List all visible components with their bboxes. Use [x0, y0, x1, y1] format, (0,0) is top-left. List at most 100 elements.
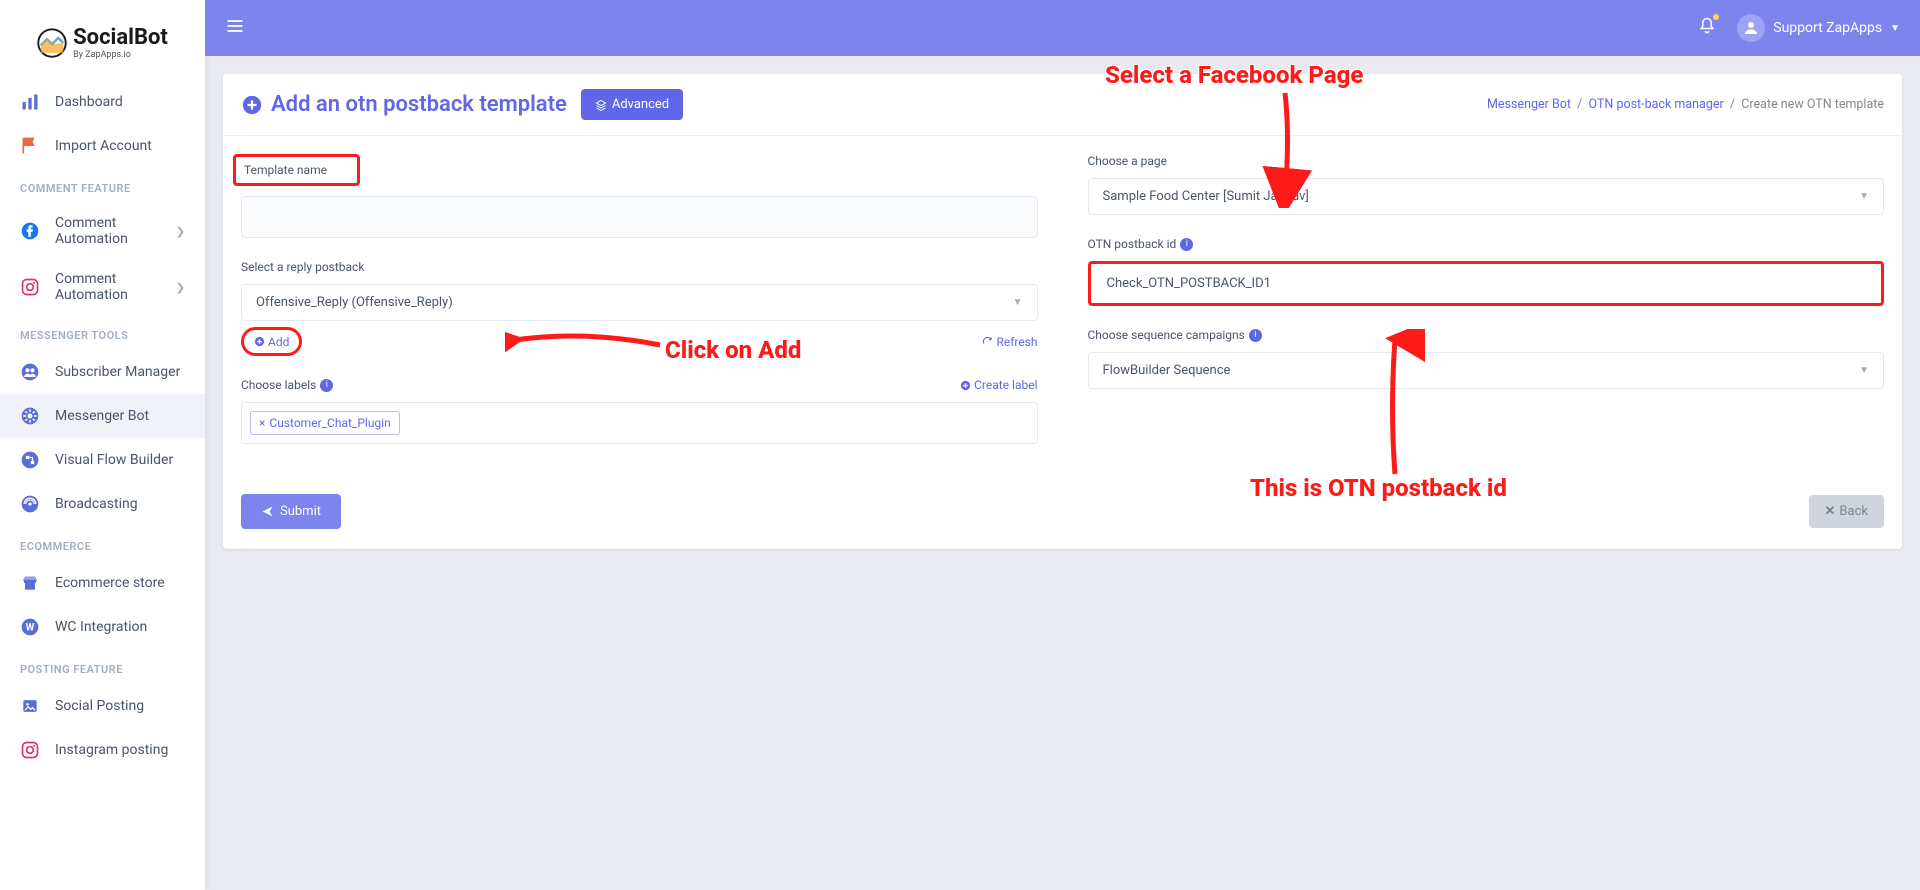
user-menu[interactable]: Support ZapApps ▼: [1737, 14, 1900, 42]
avatar-icon: [1737, 14, 1765, 42]
reply-postback-label: Select a reply postback: [241, 260, 1038, 274]
left-column: Template name Select a reply postback Of…: [241, 154, 1038, 466]
refresh-link[interactable]: Refresh: [982, 335, 1037, 349]
info-icon: i: [320, 379, 333, 392]
caret-down-icon: ▼: [1013, 297, 1023, 308]
sidebar-item-flow-builder[interactable]: Visual Flow Builder: [0, 438, 205, 482]
flow-icon: [20, 450, 40, 470]
sidebar: SocialBot By ZapApps.io Dashboard Import…: [0, 0, 205, 890]
template-name-input[interactable]: [241, 196, 1038, 238]
users-icon: [20, 362, 40, 382]
caret-down-icon: ▼: [1859, 191, 1869, 202]
store-icon: [20, 573, 40, 593]
sidebar-item-label: Visual Flow Builder: [55, 452, 173, 468]
remove-tag-button[interactable]: ×: [259, 416, 265, 430]
submit-button[interactable]: Submit: [241, 494, 341, 529]
section-messenger-tools: MESSENGER TOOLS: [0, 315, 205, 350]
sidebar-item-label: Instagram posting: [55, 742, 168, 758]
instagram-icon: [20, 277, 40, 297]
breadcrumb-current: Create new OTN template: [1741, 97, 1884, 112]
plus-circle-icon: [960, 380, 971, 391]
broadcast-icon: [20, 494, 40, 514]
form-footer: Submit ✕ Back: [223, 484, 1902, 549]
info-icon: i: [1249, 329, 1262, 342]
info-icon: i: [1180, 238, 1193, 251]
breadcrumb-link[interactable]: OTN post-back manager: [1589, 97, 1724, 112]
logo: SocialBot By ZapApps.io: [0, 0, 205, 80]
reply-postback-select[interactable]: Offensive_Reply (Offensive_Reply) ▼: [241, 284, 1038, 321]
layers-icon: [595, 99, 607, 111]
sidebar-item-dashboard[interactable]: Dashboard: [0, 80, 205, 124]
close-icon: ✕: [1825, 504, 1836, 519]
template-name-label: Template name: [244, 163, 327, 177]
sidebar-item-label: Comment Automation: [55, 271, 176, 303]
section-posting: POSTING FEATURE: [0, 649, 205, 684]
advanced-button[interactable]: Advanced: [581, 89, 683, 120]
choose-page-label: Choose a page: [1088, 154, 1885, 168]
main: Support ZapApps ▼ Select a Facebook Page…: [205, 0, 1920, 890]
breadcrumb: Messenger Bot / OTN post-back manager / …: [1487, 97, 1884, 112]
chevron-right-icon: ❯: [176, 281, 185, 294]
sidebar-item-wc-integration[interactable]: W WC Integration: [0, 605, 205, 649]
sidebar-item-label: Dashboard: [55, 94, 123, 110]
card-header: Add an otn postback template Advanced Me…: [223, 74, 1902, 135]
caret-down-icon: ▼: [1890, 23, 1900, 34]
topbar: Support ZapApps ▼: [205, 0, 1920, 56]
notification-dot: [1713, 14, 1719, 20]
caret-down-icon: ▼: [1859, 365, 1869, 376]
labels-input[interactable]: × Customer_Chat_Plugin: [241, 402, 1038, 444]
sequence-label: Choose sequence campaigns i: [1088, 328, 1885, 342]
notification-button[interactable]: [1697, 16, 1717, 40]
sidebar-item-comment-ig[interactable]: Comment Automation ❯: [0, 259, 205, 315]
hamburger-icon[interactable]: [225, 16, 245, 40]
create-label-link[interactable]: Create label: [960, 378, 1037, 392]
sidebar-item-label: Messenger Bot: [55, 408, 149, 424]
breadcrumb-link[interactable]: Messenger Bot: [1487, 97, 1571, 112]
main-card: Add an otn postback template Advanced Me…: [223, 74, 1902, 549]
logo-text: SocialBot: [73, 25, 168, 50]
user-name: Support ZapApps: [1773, 20, 1882, 36]
choose-page-select[interactable]: Sample Food Center [Sumit Jadhav] ▼: [1088, 178, 1885, 215]
sidebar-item-import[interactable]: Import Account: [0, 124, 205, 168]
sidebar-item-messenger-bot[interactable]: Messenger Bot: [0, 394, 205, 438]
otn-id-label: OTN postback id i: [1088, 237, 1885, 251]
plus-circle-icon: [254, 336, 265, 347]
sidebar-item-label: Social Posting: [55, 698, 144, 714]
sidebar-item-label: Comment Automation: [55, 215, 176, 247]
content: Select a Facebook Page Add an otn postba…: [205, 56, 1920, 890]
sequence-select[interactable]: FlowBuilder Sequence ▼: [1088, 352, 1885, 389]
send-icon: [261, 505, 274, 518]
instagram-icon: [20, 740, 40, 760]
add-link[interactable]: Add: [254, 335, 289, 349]
otn-id-input[interactable]: [1093, 266, 1880, 301]
flag-icon: [20, 136, 40, 156]
label-tag: × Customer_Chat_Plugin: [250, 411, 400, 435]
sidebar-item-label: WC Integration: [55, 619, 147, 635]
page-title: Add an otn postback template: [241, 92, 567, 117]
right-column: Choose a page Sample Food Center [Sumit …: [1088, 154, 1885, 466]
section-comment-feature: COMMENT FEATURE: [0, 168, 205, 203]
svg-text:W: W: [26, 622, 35, 633]
image-icon: [20, 696, 40, 716]
chevron-right-icon: ❯: [176, 225, 185, 238]
refresh-icon: [982, 336, 993, 347]
plus-circle-icon: [241, 94, 263, 116]
logo-icon: [37, 28, 67, 58]
sidebar-item-ig-posting[interactable]: Instagram posting: [0, 728, 205, 772]
sidebar-item-comment-fb[interactable]: Comment Automation ❯: [0, 203, 205, 259]
sidebar-item-ecommerce[interactable]: Ecommerce store: [0, 561, 205, 605]
sidebar-item-label: Broadcasting: [55, 496, 138, 512]
logo-subtitle: By ZapApps.io: [73, 50, 168, 60]
sidebar-item-broadcasting[interactable]: Broadcasting: [0, 482, 205, 526]
choose-labels-label: Choose labels i: [241, 378, 333, 392]
wordpress-icon: W: [20, 617, 40, 637]
bar-chart-icon: [20, 92, 40, 112]
facebook-icon: [20, 221, 40, 241]
back-button[interactable]: ✕ Back: [1809, 495, 1884, 528]
sidebar-item-label: Subscriber Manager: [55, 364, 180, 380]
section-ecommerce: ECOMMERCE: [0, 526, 205, 561]
gear-icon: [20, 406, 40, 426]
sidebar-item-label: Ecommerce store: [55, 575, 165, 591]
sidebar-item-subscriber[interactable]: Subscriber Manager: [0, 350, 205, 394]
sidebar-item-social-posting[interactable]: Social Posting: [0, 684, 205, 728]
